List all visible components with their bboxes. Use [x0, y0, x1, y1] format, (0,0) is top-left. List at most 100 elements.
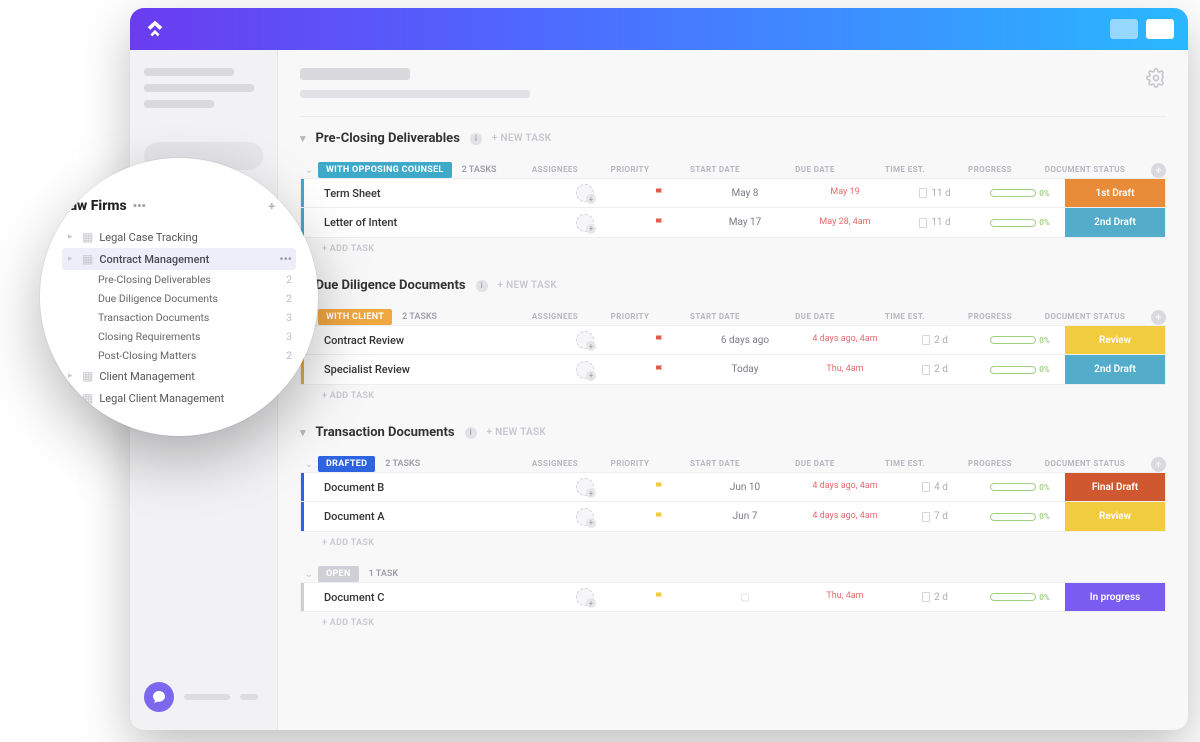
settings-icon[interactable] — [1146, 68, 1166, 92]
document-status[interactable]: 1st Draft — [1065, 179, 1165, 207]
chevron-down-icon[interactable]: ▾ — [300, 132, 306, 145]
time-estimate[interactable]: 2 d — [895, 592, 975, 603]
assignee-add-icon[interactable] — [576, 361, 594, 379]
sidebar-subitem[interactable]: Transaction Documents3 — [94, 308, 296, 327]
time-estimate[interactable]: 11 d — [895, 188, 975, 199]
document-status[interactable]: Final Draft — [1065, 473, 1165, 501]
sidebar-item[interactable]: ▸▦Contract Management••• — [62, 248, 296, 270]
add-column-icon[interactable]: + — [1151, 163, 1166, 178]
sidebar-subitem[interactable]: Pre-Closing Deliverables2 — [94, 270, 296, 289]
info-icon[interactable]: i — [470, 133, 482, 145]
document-status[interactable]: Review — [1065, 326, 1165, 354]
assignee-add-icon[interactable] — [576, 478, 594, 496]
task-row[interactable]: Document C ▢ Thu, 4am 2 d 0% In progress — [300, 582, 1166, 612]
start-date[interactable]: Jun 10 — [695, 482, 795, 493]
add-task-button[interactable]: + ADD TASK — [300, 385, 1166, 403]
due-date[interactable]: 4 days ago, 4am — [795, 512, 895, 522]
task-row[interactable]: Term Sheet May 8 May 19 11 d 0% 1st Draf… — [300, 178, 1166, 208]
start-date[interactable]: May 8 — [695, 188, 795, 199]
topbar-button[interactable] — [1146, 19, 1174, 39]
sidebar-item[interactable]: ▸▦Client Management — [62, 365, 296, 387]
progress[interactable]: 0% — [975, 483, 1065, 492]
new-task-button[interactable]: + NEW TASK — [487, 427, 547, 438]
start-date[interactable]: May 17 — [695, 217, 795, 228]
priority-flag-icon[interactable] — [625, 511, 695, 523]
add-task-button[interactable]: + ADD TASK — [300, 532, 1166, 550]
document-status[interactable]: 2nd Draft — [1065, 355, 1165, 384]
task-row[interactable]: Specialist Review Today Thu, 4am 2 d 0% … — [300, 355, 1166, 385]
due-date[interactable]: 4 days ago, 4am — [795, 335, 895, 345]
progress[interactable]: 0% — [975, 218, 1065, 227]
new-task-button[interactable]: + NEW TASK — [492, 133, 552, 144]
start-date[interactable]: 6 days ago — [695, 335, 795, 346]
due-date[interactable]: Thu, 4am — [795, 365, 895, 375]
document-status[interactable]: Review — [1065, 502, 1165, 531]
time-estimate[interactable]: 2 d — [895, 335, 975, 346]
assignee-add-icon[interactable] — [576, 214, 594, 232]
sidebar-subitem[interactable]: Post-Closing Matters2 — [94, 346, 296, 365]
section-header[interactable]: ▾ Pre-Closing Deliverables i + NEW TASK — [300, 131, 1166, 146]
time-estimate[interactable]: 11 d — [895, 217, 975, 228]
progress[interactable]: 0% — [975, 512, 1065, 521]
priority-flag-icon[interactable] — [625, 187, 695, 199]
assignee-add-icon[interactable] — [576, 331, 594, 349]
assignee-add-icon[interactable] — [576, 184, 594, 202]
col-due: DUE DATE — [765, 165, 865, 174]
start-date[interactable]: Today — [695, 364, 795, 375]
due-date[interactable]: 4 days ago, 4am — [795, 482, 895, 492]
chat-icon[interactable] — [144, 682, 174, 712]
task-row[interactable]: Letter of Intent May 17 May 28, 4am 11 d… — [300, 208, 1166, 238]
placeholder — [144, 68, 234, 76]
time-estimate[interactable]: 7 d — [895, 511, 975, 522]
task-row[interactable]: Document A Jun 7 4 days ago, 4am 7 d 0% … — [300, 502, 1166, 532]
task-row[interactable]: Document B Jun 10 4 days ago, 4am 4 d 0%… — [300, 472, 1166, 502]
topbar-button[interactable] — [1110, 19, 1138, 39]
priority-flag-icon[interactable] — [625, 334, 695, 346]
section-header[interactable]: ▾ Transaction Documents i + NEW TASK — [300, 425, 1166, 440]
progress[interactable]: 0% — [975, 593, 1065, 602]
time-estimate[interactable]: 4 d — [895, 482, 975, 493]
sidebar-item[interactable]: ▸▦Legal Client Management — [62, 387, 296, 409]
add-icon[interactable]: + — [269, 199, 275, 213]
priority-flag-icon[interactable] — [625, 591, 695, 603]
add-task-button[interactable]: + ADD TASK — [300, 238, 1166, 256]
sidebar-subitem[interactable]: Due Diligence Documents2 — [94, 289, 296, 308]
status-badge[interactable]: WITH OPPOSING COUNSEL — [318, 162, 452, 178]
start-date[interactable]: ▢ — [695, 592, 795, 603]
due-date[interactable]: May 19 — [795, 188, 895, 198]
status-badge[interactable]: WITH CLIENT — [318, 309, 392, 325]
status-badge[interactable]: DRAFTED — [318, 456, 375, 472]
progress[interactable]: 0% — [975, 189, 1065, 198]
sidebar-item[interactable]: ▸▦Legal Case Tracking — [62, 226, 296, 248]
add-column-icon[interactable]: + — [1151, 457, 1166, 472]
progress[interactable]: 0% — [975, 336, 1065, 345]
task-row[interactable]: Contract Review 6 days ago 4 days ago, 4… — [300, 325, 1166, 355]
new-task-button[interactable]: + NEW TASK — [498, 280, 558, 291]
section-header[interactable]: ▾ Due Diligence Documents i + NEW TASK — [300, 278, 1166, 293]
add-task-button[interactable]: + ADD TASK — [300, 612, 1166, 630]
start-date[interactable]: Jun 7 — [695, 511, 795, 522]
time-estimate[interactable]: 2 d — [895, 364, 975, 375]
info-icon[interactable]: i — [476, 280, 488, 292]
assignee-add-icon[interactable] — [576, 588, 594, 606]
due-date[interactable]: Thu, 4am — [795, 592, 895, 602]
more-icon[interactable]: ••• — [133, 199, 146, 213]
assignee-add-icon[interactable] — [576, 508, 594, 526]
info-icon[interactable]: i — [465, 427, 477, 439]
status-badge[interactable]: OPEN — [318, 566, 359, 582]
document-status[interactable]: 2nd Draft — [1065, 208, 1165, 237]
priority-flag-icon[interactable] — [625, 481, 695, 493]
add-column-icon[interactable]: + — [1151, 310, 1166, 325]
document-status[interactable]: In progress — [1065, 583, 1165, 611]
task-count: 2 TASKS — [385, 459, 420, 469]
more-icon[interactable]: ••• — [279, 252, 292, 266]
chevron-down-icon[interactable]: ▾ — [300, 426, 306, 439]
progress[interactable]: 0% — [975, 365, 1065, 374]
collapse-icon[interactable]: ⌄ — [300, 569, 318, 580]
due-date[interactable]: May 28, 4am — [795, 218, 895, 228]
collapse-icon[interactable]: ⌄ — [300, 165, 318, 176]
collapse-icon[interactable]: ⌄ — [300, 459, 318, 470]
sidebar-subitem[interactable]: Closing Requirements3 — [94, 327, 296, 346]
priority-flag-icon[interactable] — [625, 364, 695, 376]
priority-flag-icon[interactable] — [625, 217, 695, 229]
